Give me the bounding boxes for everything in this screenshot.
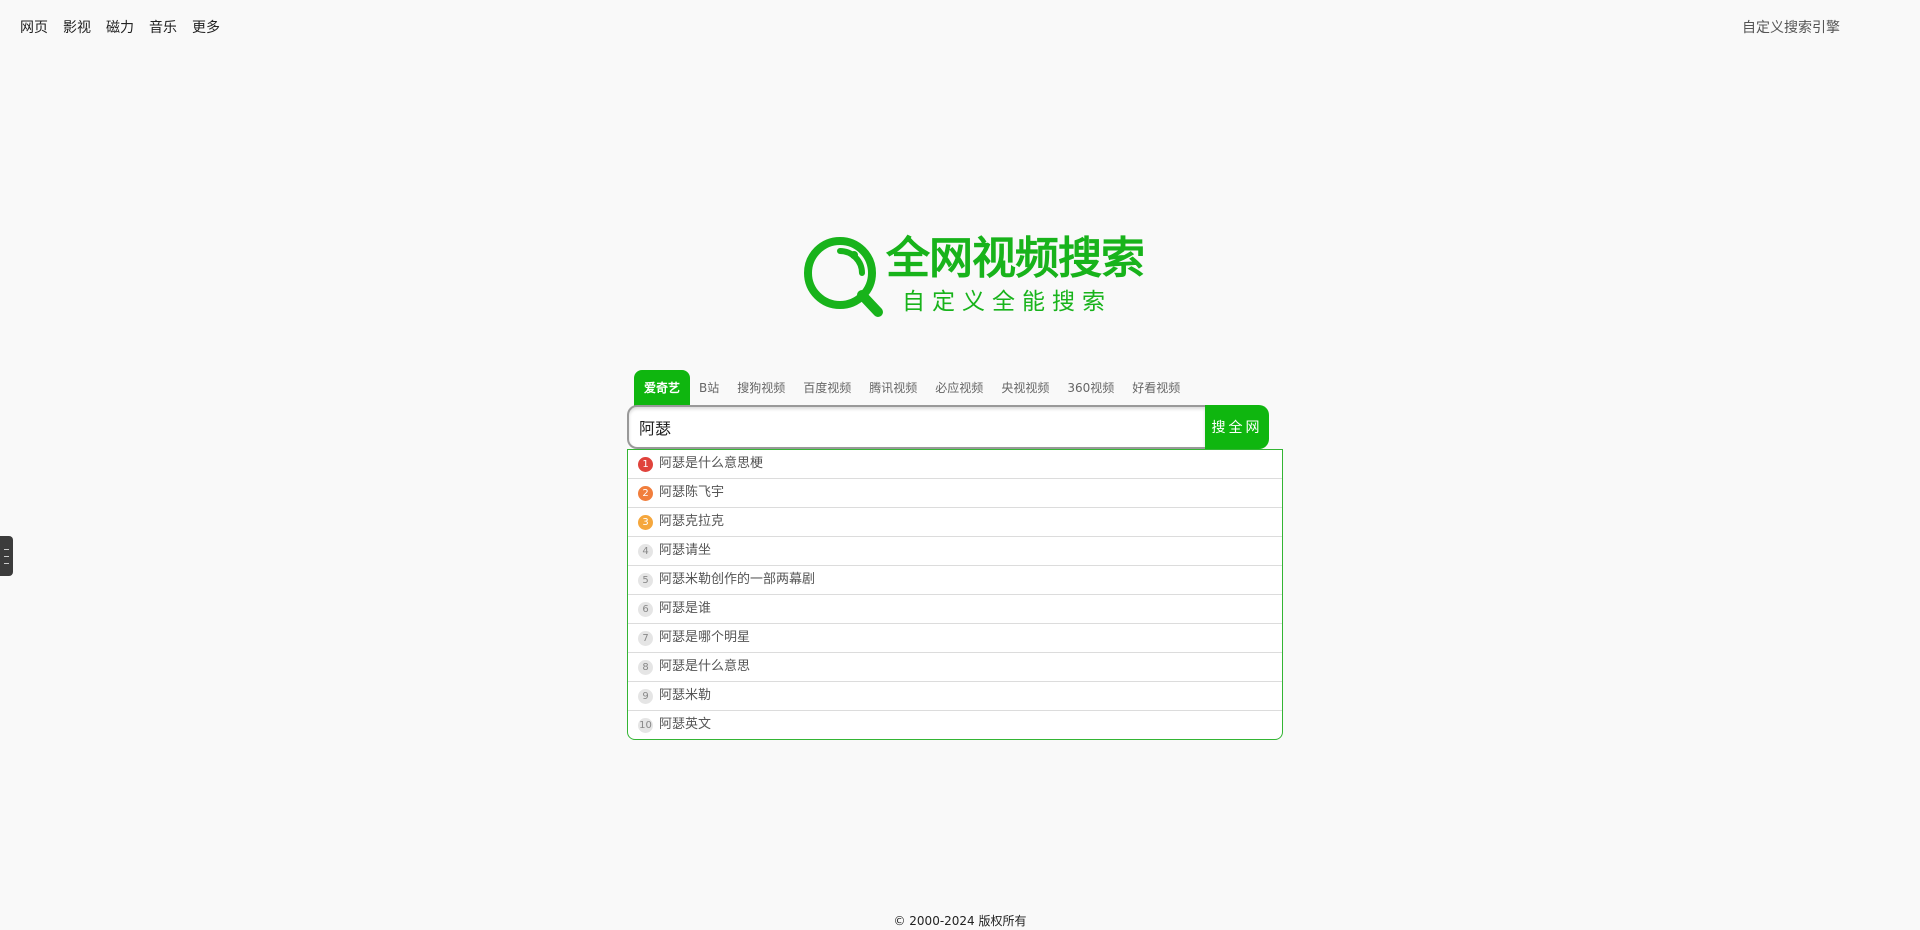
rank-badge: 8 bbox=[638, 659, 653, 675]
suggestion-text: 阿瑟克拉克 bbox=[659, 514, 725, 529]
suggestion-text: 阿瑟陈飞宇 bbox=[659, 485, 725, 500]
logo-title: 全网视频搜索 bbox=[886, 233, 1145, 284]
logo: 全网视频搜索 自定义全能搜索 bbox=[802, 232, 1145, 322]
tab-bilibili[interactable]: B站 bbox=[690, 370, 728, 406]
list-item[interactable]: 7 阿瑟是哪个明星 bbox=[628, 624, 1282, 653]
page: 网页 影视 磁力 音乐 更多 自定义搜索引擎 全网视频搜索 自定义全能搜索 爱奇… bbox=[0, 0, 1920, 930]
tab-cctv-video[interactable]: 央视视频 bbox=[992, 370, 1058, 406]
footer-copyright: © 2000-2024 版权所有 bbox=[893, 914, 1027, 928]
list-item[interactable]: 10 阿瑟英文 bbox=[628, 711, 1282, 739]
handle-line bbox=[4, 555, 9, 557]
nav-item-music[interactable]: 音乐 bbox=[149, 19, 177, 37]
suggestion-text: 阿瑟是谁 bbox=[659, 601, 712, 616]
nav-item-web[interactable]: 网页 bbox=[20, 19, 48, 37]
rank-badge: 5 bbox=[638, 572, 653, 588]
list-item[interactable]: 4 阿瑟请坐 bbox=[628, 537, 1282, 566]
rank-badge: 10 bbox=[638, 717, 653, 733]
suggestion-text: 阿瑟是什么意思梗 bbox=[659, 456, 764, 471]
suggestion-text: 阿瑟是什么意思 bbox=[659, 659, 751, 674]
engine-tabs: 爱奇艺 B站 搜狗视频 百度视频 腾讯视频 必应视频 央视视频 360视频 好看… bbox=[634, 370, 1189, 406]
top-nav: 网页 影视 磁力 音乐 更多 bbox=[20, 19, 220, 37]
list-item[interactable]: 2 阿瑟陈飞宇 bbox=[628, 479, 1282, 508]
list-item[interactable]: 9 阿瑟米勒 bbox=[628, 682, 1282, 711]
handle-line bbox=[4, 562, 9, 564]
nav-item-more[interactable]: 更多 bbox=[192, 19, 220, 37]
search-all-button[interactable]: 搜全网 bbox=[1205, 405, 1269, 449]
tab-haokan-video[interactable]: 好看视频 bbox=[1123, 370, 1189, 406]
list-item[interactable]: 1 阿瑟是什么意思梗 bbox=[628, 450, 1282, 479]
tab-360-video[interactable]: 360视频 bbox=[1058, 370, 1123, 406]
suggestion-list: 1 阿瑟是什么意思梗 2 阿瑟陈飞宇 3 阿瑟克拉克 4 阿瑟请坐 5 阿瑟米勒… bbox=[627, 449, 1283, 740]
nav-item-video[interactable]: 影视 bbox=[63, 19, 91, 37]
handle-line bbox=[4, 548, 9, 550]
tab-tencent-video[interactable]: 腾讯视频 bbox=[860, 370, 926, 406]
search-box: 搜全网 bbox=[627, 405, 1269, 449]
tab-sogou-video[interactable]: 搜狗视频 bbox=[728, 370, 794, 406]
list-item[interactable]: 6 阿瑟是谁 bbox=[628, 595, 1282, 624]
nav-item-magnet[interactable]: 磁力 bbox=[106, 19, 134, 37]
side-toolbar-handle[interactable] bbox=[0, 536, 13, 576]
search-input[interactable] bbox=[627, 405, 1205, 449]
suggestion-text: 阿瑟米勒 bbox=[659, 688, 712, 703]
suggestion-text: 阿瑟英文 bbox=[659, 717, 712, 732]
tab-bing-video[interactable]: 必应视频 bbox=[926, 370, 992, 406]
logo-subtitle: 自定义全能搜索 bbox=[902, 289, 1112, 315]
list-item[interactable]: 5 阿瑟米勒创作的一部两幕剧 bbox=[628, 566, 1282, 595]
rank-badge: 7 bbox=[638, 630, 653, 646]
tab-baidu-video[interactable]: 百度视频 bbox=[794, 370, 860, 406]
rank-badge: 2 bbox=[638, 485, 653, 501]
magnifier-icon bbox=[804, 237, 883, 317]
custom-engine-link[interactable]: 自定义搜索引擎 bbox=[1742, 19, 1840, 37]
rank-badge: 6 bbox=[638, 601, 653, 617]
list-item[interactable]: 8 阿瑟是什么意思 bbox=[628, 653, 1282, 682]
rank-badge: 1 bbox=[638, 456, 653, 472]
rank-badge: 9 bbox=[638, 688, 653, 704]
suggestion-text: 阿瑟米勒创作的一部两幕剧 bbox=[659, 572, 816, 587]
list-item[interactable]: 3 阿瑟克拉克 bbox=[628, 508, 1282, 537]
rank-badge: 3 bbox=[638, 514, 653, 530]
tab-iqiyi[interactable]: 爱奇艺 bbox=[634, 370, 691, 406]
suggestion-text: 阿瑟请坐 bbox=[659, 543, 712, 558]
suggestion-text: 阿瑟是哪个明星 bbox=[659, 630, 751, 645]
rank-badge: 4 bbox=[638, 543, 653, 559]
